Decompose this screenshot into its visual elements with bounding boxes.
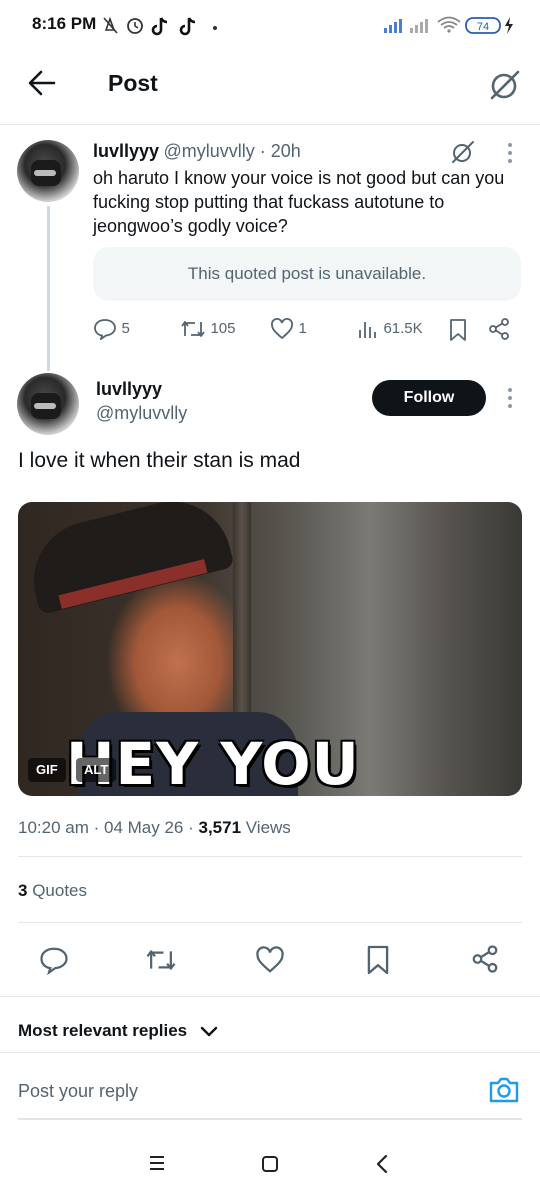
tweet-views-count: 3,571 xyxy=(198,818,242,837)
follow-button[interactable]: Follow xyxy=(372,380,486,416)
more-options-icon[interactable] xyxy=(506,142,514,169)
like-action[interactable]: 1 xyxy=(270,318,307,340)
menu-nav-icon[interactable] xyxy=(148,1155,166,1171)
reply-count: 5 xyxy=(121,320,130,338)
share-icon[interactable] xyxy=(487,317,511,346)
thread-line xyxy=(47,206,50,371)
home-nav-icon[interactable] xyxy=(261,1155,279,1173)
chevron-down-icon xyxy=(200,1026,218,1036)
parent-display-name[interactable]: luvllyyy xyxy=(93,141,159,161)
back-nav-icon[interactable] xyxy=(375,1154,389,1174)
grok-icon[interactable] xyxy=(488,68,522,107)
parent-meta: @myluvvlly · 20h xyxy=(163,141,301,161)
repost-icon[interactable] xyxy=(145,945,177,980)
status-bar: 8:16 PM 74 xyxy=(0,0,540,50)
divider xyxy=(18,922,522,923)
replies-sort-dropdown[interactable]: Most relevant replies xyxy=(18,1021,218,1041)
bookmark-icon[interactable] xyxy=(365,944,391,981)
divider xyxy=(0,1052,540,1053)
replies-sort-label: Most relevant replies xyxy=(18,1021,188,1040)
more-options-icon[interactable] xyxy=(506,387,514,414)
quotes-link[interactable]: 3 Quotes xyxy=(18,881,87,901)
signal-wifi-battery-icons: 74 xyxy=(382,14,522,41)
tweet-timestamp-views: 10:20 am · 04 May 26 · 3,571 Views xyxy=(18,818,291,838)
alt-badge[interactable]: ALT xyxy=(76,758,117,782)
bookmark-icon[interactable] xyxy=(448,318,468,347)
back-arrow-icon[interactable] xyxy=(28,70,56,101)
tweet-time-date: 10:20 am · 04 May 26 · xyxy=(18,818,199,837)
repost-count: 105 xyxy=(210,320,236,338)
notification-icons xyxy=(103,15,223,42)
parent-tweet-text: oh haruto I know your voice is not good … xyxy=(93,168,505,236)
quoted-post-unavailable: This quoted post is unavailable. xyxy=(93,247,521,301)
reply-input[interactable]: Post your reply xyxy=(18,1081,138,1102)
quoted-unavailable-text: This quoted post is unavailable. xyxy=(187,264,427,283)
tweet-gif-media[interactable]: HEY YOU GIF ALT xyxy=(18,502,522,796)
reply-action[interactable]: 5 xyxy=(93,318,130,342)
share-icon[interactable] xyxy=(470,944,500,979)
parent-avatar[interactable] xyxy=(17,140,79,202)
views-count: 61.5K xyxy=(383,320,423,338)
author-display-name[interactable]: luvllyyy xyxy=(96,379,162,400)
page-title: Post xyxy=(108,70,158,96)
parent-header: luvllyyy @myluvvlly · 20h xyxy=(93,141,301,162)
repost-action[interactable]: 105 xyxy=(180,318,235,340)
author-avatar[interactable] xyxy=(17,373,79,435)
reply-icon[interactable] xyxy=(39,945,69,980)
like-count: 1 xyxy=(298,320,307,338)
camera-icon[interactable] xyxy=(488,1075,520,1110)
divider xyxy=(18,856,522,857)
svg-text:74: 74 xyxy=(477,21,489,33)
quotes-label: Quotes xyxy=(27,881,88,900)
views-action[interactable]: 61.5K xyxy=(357,318,423,340)
author-handle[interactable]: @myluvvlly xyxy=(96,403,187,424)
status-time: 8:16 PM xyxy=(32,14,97,33)
top-app-bar: Post xyxy=(0,50,540,125)
gif-badge: GIF xyxy=(28,758,66,782)
divider xyxy=(0,996,540,997)
tweet-views-label: Views xyxy=(241,818,291,837)
composer-underline xyxy=(18,1118,522,1120)
main-tweet-text: I love it when their stan is mad xyxy=(18,449,301,472)
like-icon[interactable] xyxy=(255,945,285,980)
